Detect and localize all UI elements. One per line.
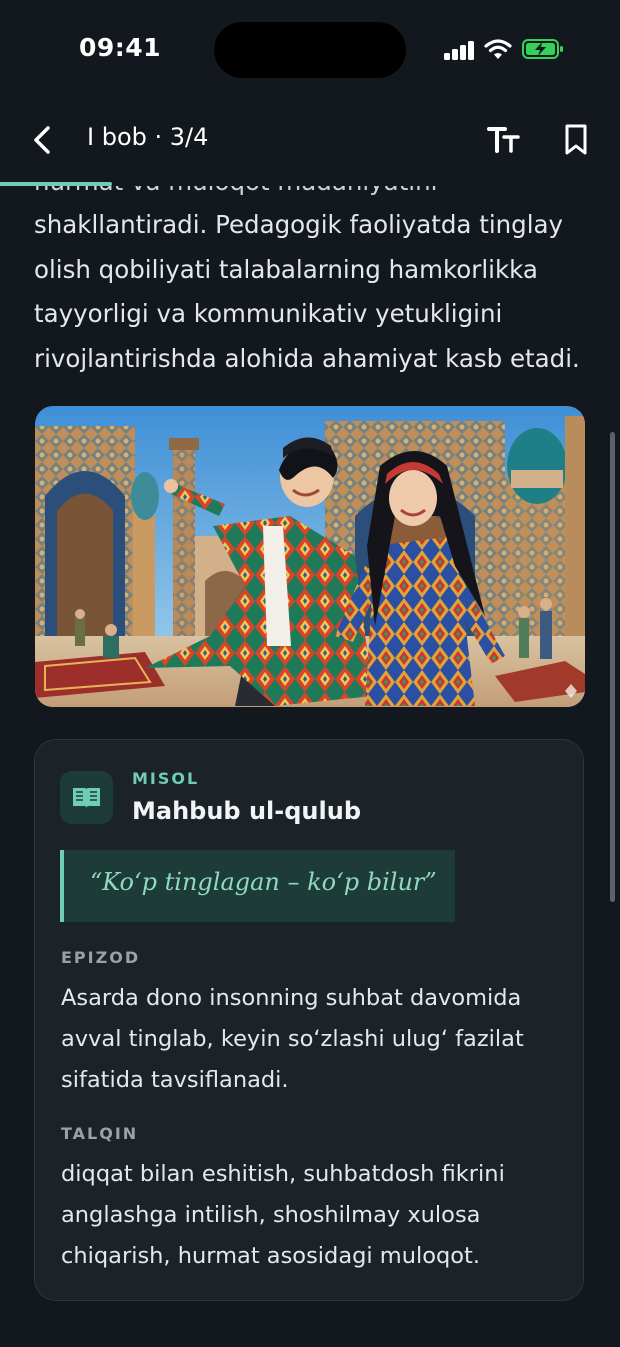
bookmark-icon bbox=[565, 124, 587, 155]
wifi-icon bbox=[484, 38, 512, 60]
card-title: Mahbub ul-qulub bbox=[132, 797, 361, 825]
illustration-image bbox=[35, 406, 585, 707]
back-chevron-icon bbox=[34, 126, 50, 154]
book-icon bbox=[60, 771, 113, 824]
dynamic-island bbox=[214, 22, 406, 78]
status-time: 09:41 bbox=[79, 33, 162, 62]
quote-block: “Ko‘p tinglagan – ko‘p bilur” bbox=[60, 850, 455, 922]
episode-label: EPIZOD bbox=[61, 948, 141, 967]
example-card: MISOL Mahbub ul-qulub “Ko‘p tinglagan – … bbox=[34, 739, 584, 1301]
card-kicker: MISOL bbox=[132, 769, 200, 788]
reading-progress-bar bbox=[0, 182, 112, 186]
interpretation-label: TALQIN bbox=[61, 1124, 139, 1143]
bookmark-button[interactable] bbox=[562, 122, 590, 158]
text-size-icon bbox=[487, 127, 520, 153]
quote-text: “Ko‘p tinglagan – ko‘p bilur” bbox=[90, 868, 437, 896]
text-size-button[interactable] bbox=[486, 122, 522, 158]
chapter-indicator: I bob · 3/4 bbox=[87, 123, 209, 151]
interpretation-text: diqqat bilan eshitish, suhbatdosh fikrin… bbox=[61, 1161, 505, 1269]
back-button[interactable] bbox=[28, 120, 60, 160]
signal-icon bbox=[444, 40, 476, 60]
reader-screen: hurmat va muloqot madaniyatini shakllant… bbox=[0, 0, 620, 1347]
status-bar: 09:41 bbox=[0, 0, 620, 100]
episode-text: Asarda dono insonning suhbat davomida av… bbox=[61, 985, 524, 1093]
reader-header: I bob · 3/4 bbox=[0, 100, 620, 186]
battery-charging-icon bbox=[522, 38, 564, 60]
body-paragraph: shakllantiradi. Pedagogik faoliyatda tin… bbox=[34, 210, 580, 373]
scrollbar[interactable] bbox=[610, 432, 615, 902]
